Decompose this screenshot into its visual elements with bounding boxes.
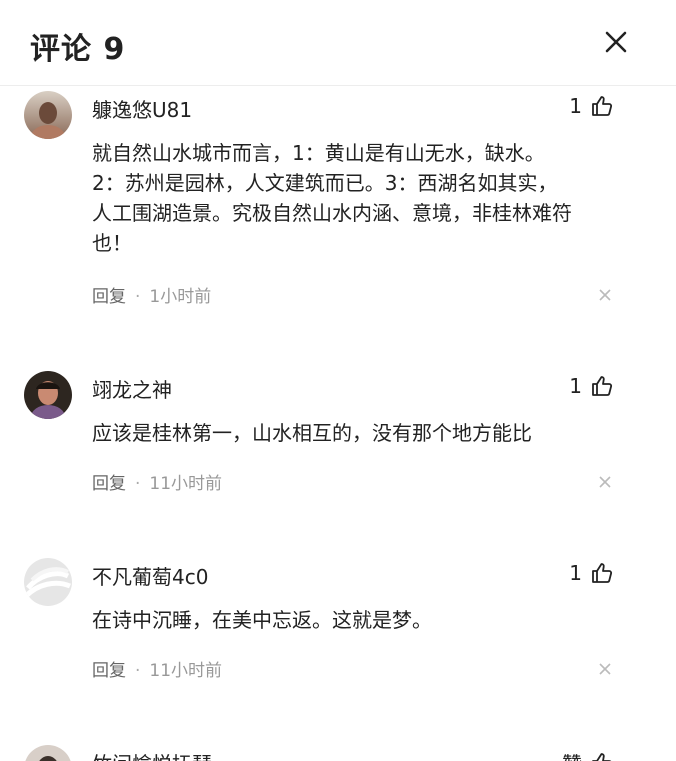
delete-button[interactable] — [598, 475, 612, 489]
comment-username[interactable]: 翊龙之神 — [92, 374, 172, 403]
comment-text-line: 在诗中沉睡，在美中忘返。这就是梦。 — [92, 608, 432, 632]
comment-item: 不凡葡萄4c0 1 在诗中沉睡，在美中忘返。这就是梦。 回复 · 11小时前 — [0, 553, 676, 703]
comment-time: 11小时前 — [149, 661, 223, 681]
comment-meta: 回复 · 1小时前 — [92, 282, 211, 307]
like-button[interactable]: 1 — [569, 374, 614, 398]
comment-meta: 回复 · 11小时前 — [92, 469, 222, 494]
comment-list[interactable]: 躿逸悠U81 1 就自然山水城市而言，1：黄山是有山无水，缺水。 2：苏州是园林… — [0, 86, 676, 761]
comment-username[interactable]: 竹间愉悦抚琴 — [92, 748, 212, 761]
comment-username[interactable]: 躿逸悠U81 — [92, 94, 192, 123]
avatar[interactable] — [24, 91, 72, 139]
comments-header: 评论 9 — [0, 0, 676, 86]
like-count: 1 — [569, 374, 582, 398]
comment-item: 躿逸悠U81 1 就自然山水城市而言，1：黄山是有山无水，缺水。 2：苏州是园林… — [0, 86, 676, 346]
reply-button[interactable]: 回复 — [92, 474, 126, 494]
comment-text-line: 就自然山水城市而言，1：黄山是有山无水，缺水。 — [92, 141, 545, 165]
close-button[interactable] — [600, 26, 632, 58]
close-icon — [599, 289, 611, 301]
comment-text-line: 应该是桂林第一，山水相互的，没有那个地方能比 — [92, 421, 532, 445]
meta-separator: · — [135, 661, 141, 681]
like-button[interactable]: 1 — [569, 561, 614, 585]
delete-button[interactable] — [598, 662, 612, 676]
page-title: 评论 9 — [30, 32, 126, 67]
close-icon — [605, 31, 627, 53]
like-button[interactable]: 赞 — [562, 748, 614, 761]
like-count: 1 — [569, 94, 582, 118]
like-count: 赞 — [562, 748, 582, 761]
thumbs-up-icon — [592, 96, 613, 116]
comment-item: 翊龙之神 1 应该是桂林第一，山水相互的，没有那个地方能比 回复 · 11小时前 — [0, 366, 676, 516]
close-icon — [599, 663, 611, 675]
comment-item: 竹间愉悦抚琴 赞 — [0, 740, 676, 761]
comment-text: 就自然山水城市而言，1：黄山是有山无水，缺水。 2：苏州是园林，人文建筑而已。3… — [92, 138, 632, 258]
comment-text-line: 人工围湖造景。究极自然山水内涵、意境，非桂林难符 — [92, 201, 572, 225]
like-button[interactable]: 1 — [569, 94, 614, 118]
thumbs-up-icon — [592, 563, 613, 583]
close-icon — [599, 476, 611, 488]
avatar[interactable] — [24, 558, 72, 606]
like-count: 1 — [569, 561, 582, 585]
comment-time: 11小时前 — [149, 474, 223, 494]
comment-time: 1小时前 — [149, 287, 212, 307]
avatar[interactable] — [24, 745, 72, 761]
thumbs-up-icon — [592, 752, 612, 761]
meta-separator: · — [135, 287, 141, 307]
thumbs-up-icon — [592, 376, 613, 396]
meta-separator: · — [135, 474, 141, 494]
delete-button[interactable] — [598, 288, 612, 302]
comment-text-line: 2：苏州是园林，人文建筑而已。3：西湖名如其实， — [92, 171, 558, 195]
reply-button[interactable]: 回复 — [92, 287, 126, 307]
comment-text-line: 也！ — [92, 231, 132, 255]
comment-text: 应该是桂林第一，山水相互的，没有那个地方能比 — [92, 418, 632, 448]
comment-meta: 回复 · 11小时前 — [92, 656, 222, 681]
avatar[interactable] — [24, 371, 72, 419]
reply-button[interactable]: 回复 — [92, 661, 126, 681]
comment-username[interactable]: 不凡葡萄4c0 — [92, 561, 208, 590]
comment-text: 在诗中沉睡，在美中忘返。这就是梦。 — [92, 605, 632, 635]
